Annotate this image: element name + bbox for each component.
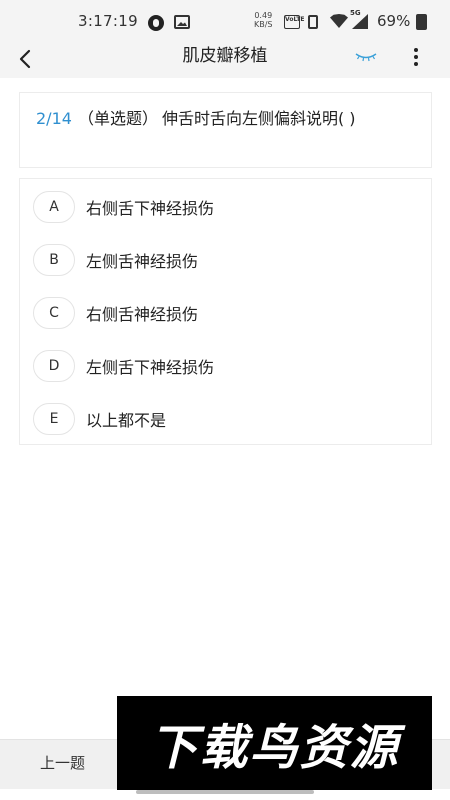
net-speed-value: 0.49 <box>254 11 273 20</box>
status-bar: 3:17:19 0.49 KB/S VoLTE 5G 69% <box>0 0 450 44</box>
net-speed-unit: KB/S <box>254 20 273 29</box>
option-text: 左侧舌神经损伤 <box>86 252 199 271</box>
option-c[interactable]: C 右侧舌神经损伤 <box>20 290 431 336</box>
app-notification-icon <box>148 15 164 31</box>
question-text: 伸舌时舌向左侧偏斜说明( ) <box>161 109 356 128</box>
option-text: 右侧舌神经损伤 <box>86 305 199 324</box>
battery-percent: 69% <box>377 12 411 30</box>
option-text: 右侧舌下神经损伤 <box>86 199 215 218</box>
back-button[interactable] <box>14 46 36 72</box>
question-card: 2/14 （单选题） 伸舌时舌向左侧偏斜说明( ) <box>19 92 432 168</box>
eye-closed-icon <box>355 53 377 62</box>
option-letter-badge: E <box>33 403 75 435</box>
option-letter-badge: C <box>33 297 75 329</box>
watermark-logo: 下载鸟资源 <box>117 696 432 790</box>
option-d[interactable]: D 左侧舌下神经损伤 <box>20 343 431 389</box>
option-b[interactable]: B 左侧舌神经损伤 <box>20 237 431 283</box>
more-vertical-icon <box>414 48 418 52</box>
eye-toggle-button[interactable] <box>354 48 378 64</box>
net-speed: 0.49 KB/S <box>254 11 273 29</box>
watermark-text: 下载鸟资源 <box>149 720 400 776</box>
page-title: 肌皮瓣移植 <box>182 46 268 66</box>
home-indicator[interactable] <box>136 790 314 794</box>
previous-question-button[interactable]: 上一题 <box>40 752 85 773</box>
wifi-icon <box>330 14 348 28</box>
vibrate-icon <box>308 15 318 29</box>
option-text: 左侧舌下神经损伤 <box>86 358 215 377</box>
gallery-icon <box>174 15 190 29</box>
option-text: 以上都不是 <box>86 411 167 430</box>
question-counter: 2/14 <box>36 109 72 128</box>
option-a[interactable]: A 右侧舌下神经损伤 <box>20 184 431 230</box>
network-type-label: 5G <box>350 9 361 17</box>
option-e[interactable]: E 以上都不是 <box>20 396 431 442</box>
more-menu-button[interactable] <box>408 46 424 68</box>
more-vertical-icon <box>414 55 418 59</box>
chevron-left-icon <box>19 49 31 69</box>
more-vertical-icon <box>414 62 418 66</box>
volte-icon: VoLTE <box>284 15 304 29</box>
options-list: A 右侧舌下神经损伤 B 左侧舌神经损伤 C 右侧舌神经损伤 D 左侧舌下神经损… <box>19 178 432 445</box>
app-header: 肌皮瓣移植 <box>0 44 450 78</box>
question-type: （单选题） <box>77 109 158 128</box>
battery-icon <box>416 14 427 30</box>
option-letter-badge: D <box>33 350 75 382</box>
status-time: 3:17:19 <box>78 12 138 30</box>
option-letter-badge: A <box>33 191 75 223</box>
option-letter-badge: B <box>33 244 75 276</box>
